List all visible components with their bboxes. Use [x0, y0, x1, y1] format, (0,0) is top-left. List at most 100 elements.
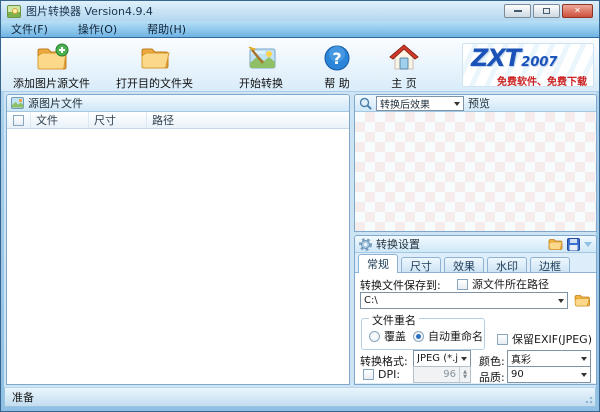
column-file[interactable]: 文件: [31, 112, 89, 128]
add-source-files-label: 添加图片源文件: [13, 75, 90, 91]
settings-dropdown-icon[interactable]: [584, 242, 592, 251]
auto-rename-label: 自动重命名: [428, 328, 483, 344]
auto-rename-option[interactable]: 自动重命名: [413, 328, 483, 344]
chevron-down-icon: [581, 373, 587, 380]
color-combobox[interactable]: 真彩: [507, 350, 591, 367]
tab-watermark[interactable]: 水印: [487, 257, 527, 273]
settings-panel-header: 转换设置: [355, 236, 596, 253]
convert-wand-icon: [245, 42, 277, 74]
save-settings-icon[interactable]: [567, 238, 580, 251]
overwrite-radio[interactable]: [369, 331, 380, 342]
preview-panel: 转换后效果 预览: [354, 94, 597, 232]
home-label: 主 页: [391, 75, 417, 91]
overwrite-label: 覆盖: [384, 328, 406, 344]
overwrite-option[interactable]: 覆盖: [369, 328, 406, 344]
folder-add-icon: [35, 42, 69, 74]
settings-tab-content: 转换文件保存到: 源文件所在路径 C:\ 文件重名: [355, 273, 596, 383]
resize-grip[interactable]: [583, 394, 593, 404]
chevron-down-icon: [558, 299, 564, 306]
help-label: 帮 助: [324, 75, 350, 91]
gear-icon: [359, 238, 372, 251]
quality-combobox[interactable]: 90: [507, 366, 591, 383]
home-button[interactable]: 主 页: [383, 41, 425, 92]
tab-effect[interactable]: 效果: [444, 257, 484, 273]
main-area: 源图片文件 文件 尺寸 路径 转换后效果 预览: [4, 92, 596, 387]
home-icon: [389, 42, 419, 74]
source-panel-header: 源图片文件: [7, 95, 349, 112]
settings-tabs: 常规 尺寸 效果 水印 边框: [355, 253, 596, 273]
settings-panel: 转换设置 常规 尺寸 效果 水: [354, 235, 597, 385]
minimize-button[interactable]: [504, 4, 531, 18]
svg-text:?: ?: [332, 49, 341, 68]
source-panel-title: 源图片文件: [28, 95, 83, 111]
dpi-option[interactable]: DPI:: [363, 368, 400, 381]
save-path-value: C:\: [364, 295, 555, 306]
dpi-label: DPI:: [378, 368, 400, 381]
column-path[interactable]: 路径: [147, 112, 349, 128]
dpi-spinner[interactable]: 96 ▲▼: [413, 366, 471, 383]
dpi-checkbox[interactable]: [363, 369, 374, 380]
column-size[interactable]: 尺寸: [89, 112, 147, 128]
load-settings-icon[interactable]: [548, 238, 563, 250]
file-list-header: 文件 尺寸 路径: [7, 112, 349, 129]
quality-label: 品质:: [479, 369, 505, 385]
close-button[interactable]: ✕: [562, 4, 593, 18]
keep-exif-label: 保留EXIF(JPEG): [512, 331, 592, 347]
zxt2007-banner[interactable]: ZXT 2007 免费软件、免费下载: [462, 43, 594, 87]
color-label: 颜色:: [479, 353, 505, 369]
source-path-option[interactable]: 源文件所在路径: [457, 276, 549, 292]
chevron-down-icon: [581, 357, 587, 364]
preview-label: 预览: [468, 95, 490, 111]
tab-size[interactable]: 尺寸: [401, 257, 441, 273]
format-combobox[interactable]: JPEG (*.jpg: [413, 350, 471, 367]
auto-rename-radio[interactable]: [413, 331, 424, 342]
rename-group-title: 文件重名: [369, 312, 419, 328]
preview-mode-select[interactable]: 转换后效果: [376, 96, 464, 111]
help-icon: ?: [323, 42, 351, 74]
app-window: 图片转换器 Version4.9.4 ✕ 文件(F) 操作(O) 帮助(H) 添…: [0, 0, 600, 412]
start-convert-label: 开始转换: [239, 75, 283, 91]
folder-icon: [574, 294, 590, 307]
select-all-cell[interactable]: [7, 112, 31, 128]
keep-exif-option[interactable]: 保留EXIF(JPEG): [497, 331, 592, 347]
folder-open-icon: [139, 42, 171, 74]
open-dest-folder-button[interactable]: 打开目的文件夹: [110, 41, 199, 92]
start-convert-button[interactable]: 开始转换: [233, 41, 289, 92]
menu-operation[interactable]: 操作(O): [74, 21, 121, 37]
menu-file[interactable]: 文件(F): [7, 21, 52, 37]
status-text: 准备: [12, 389, 34, 405]
preview-panel-header: 转换后效果 预览: [355, 95, 596, 112]
menu-help[interactable]: 帮助(H): [143, 21, 190, 37]
preview-mode-value: 转换后效果: [380, 96, 451, 111]
select-all-checkbox[interactable]: [13, 115, 24, 126]
browse-folder-button[interactable]: [572, 292, 592, 309]
keep-exif-checkbox[interactable]: [497, 334, 508, 345]
add-source-files-button[interactable]: 添加图片源文件: [7, 41, 96, 92]
chevron-down-icon: [454, 102, 460, 109]
save-to-label: 转换文件保存到:: [360, 277, 441, 293]
dpi-value: 96: [414, 369, 459, 380]
banner-brand-text: ZXT: [471, 46, 520, 70]
banner-year-text: 2007: [521, 56, 557, 69]
preview-canvas: [355, 112, 596, 231]
picture-icon: [11, 97, 24, 109]
tab-border[interactable]: 边框: [530, 257, 570, 273]
banner-tagline: 免费软件、免费下载: [471, 73, 587, 87]
source-path-checkbox-label: 源文件所在路径: [472, 276, 549, 292]
spinner-arrows-icon[interactable]: ▲▼: [459, 367, 470, 382]
maximize-button[interactable]: [533, 4, 560, 18]
tab-general[interactable]: 常规: [358, 254, 398, 273]
file-list-body[interactable]: [7, 129, 349, 384]
quality-value: 90: [511, 369, 578, 380]
title-bar: 图片转换器 Version4.9.4 ✕: [1, 1, 599, 21]
format-value: JPEG (*.jpg: [417, 353, 458, 364]
save-path-combobox[interactable]: C:\: [360, 292, 568, 309]
color-value: 真彩: [511, 351, 578, 366]
help-button[interactable]: ? 帮 助: [317, 41, 357, 92]
format-label: 转换格式:: [360, 353, 408, 369]
source-files-panel: 源图片文件 文件 尺寸 路径: [6, 94, 350, 385]
open-dest-folder-label: 打开目的文件夹: [116, 75, 193, 91]
source-path-checkbox[interactable]: [457, 279, 468, 290]
toolbar: 添加图片源文件 打开目的文件夹: [1, 38, 599, 92]
menu-bar: 文件(F) 操作(O) 帮助(H): [1, 21, 599, 38]
